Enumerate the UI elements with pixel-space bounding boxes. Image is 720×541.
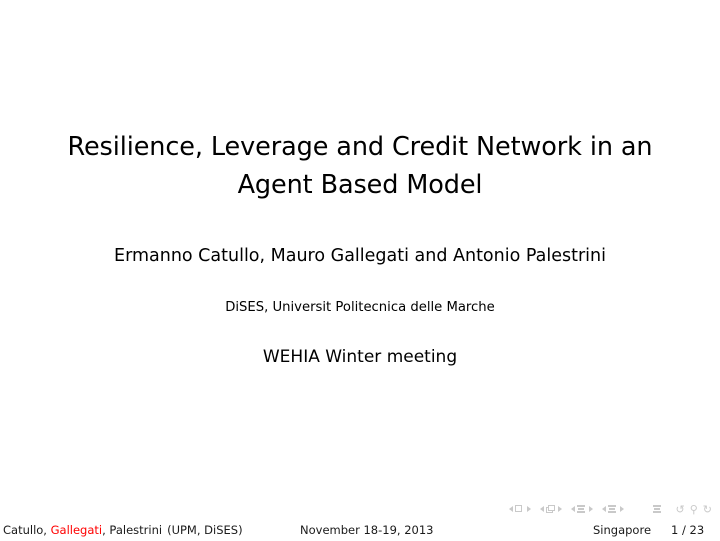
previous-frame-icon[interactable] bbox=[539, 506, 544, 512]
footer-author-section: Catullo, Gallegati, Palestrini (UPM, DiSE… bbox=[3, 523, 243, 537]
beamer-navigation-symbols[interactable]: ↺ ⚲ ↻ bbox=[508, 501, 713, 517]
previous-subsection-icon[interactable] bbox=[570, 506, 575, 512]
stacked-bars-icon[interactable] bbox=[652, 504, 662, 514]
back-icon[interactable]: ↺ bbox=[676, 504, 685, 515]
stacked-bars-icon[interactable] bbox=[577, 504, 586, 514]
next-subsection-icon[interactable] bbox=[588, 506, 593, 512]
presentation-navigation-group[interactable] bbox=[652, 504, 662, 514]
subsection-navigation-group[interactable] bbox=[570, 504, 593, 514]
previous-slide-icon[interactable] bbox=[508, 506, 513, 512]
footer-date: November 18-19, 2013 bbox=[300, 523, 434, 537]
footer-location: Singapore bbox=[593, 523, 652, 537]
presentation-title-slide: Resilience, Leverage and Credit Network … bbox=[0, 0, 720, 541]
stacked-bars-icon[interactable] bbox=[608, 504, 617, 514]
footer-institute: (UPM, DiSES) bbox=[167, 523, 243, 537]
next-slide-icon[interactable] bbox=[526, 506, 531, 512]
footer-authors-before: Catullo, bbox=[3, 523, 51, 537]
next-section-icon[interactable] bbox=[619, 506, 624, 512]
next-frame-icon[interactable] bbox=[557, 506, 562, 512]
footer: Catullo, Gallegati, Palestrini (UPM, DiSE… bbox=[0, 521, 720, 541]
square-icon[interactable] bbox=[515, 504, 524, 514]
institute-line: DiSES, Universit Politecnica delle March… bbox=[225, 300, 495, 315]
title-block: Resilience, Leverage and Credit Network … bbox=[0, 128, 720, 204]
footer-page-number: 1 / 23 bbox=[671, 523, 705, 537]
footer-authors-after: , Palestrini bbox=[102, 523, 163, 537]
document-navigation-group[interactable]: ↺ ⚲ ↻ bbox=[671, 504, 713, 515]
search-icon[interactable]: ⚲ bbox=[690, 504, 698, 515]
slide-navigation-group[interactable] bbox=[508, 504, 531, 514]
section-navigation-group[interactable] bbox=[601, 504, 624, 514]
frame-navigation-group[interactable] bbox=[539, 504, 562, 514]
stacked-squares-icon[interactable] bbox=[546, 504, 555, 514]
author-line: Ermanno Catullo, Mauro Gallegati and Ant… bbox=[114, 246, 606, 266]
previous-section-icon[interactable] bbox=[601, 506, 606, 512]
forward-icon[interactable]: ↻ bbox=[703, 504, 712, 515]
page-title: Resilience, Leverage and Credit Network … bbox=[67, 132, 653, 200]
event-line: WEHIA Winter meeting bbox=[262, 347, 458, 367]
footer-author-highlight: Gallegati bbox=[50, 523, 103, 537]
